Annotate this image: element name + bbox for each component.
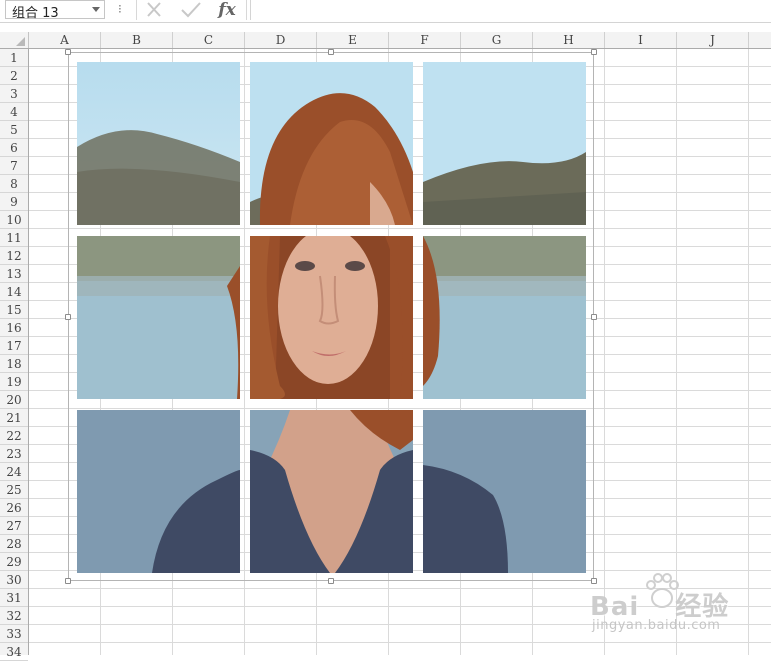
column-header-d[interactable]: D [245, 32, 317, 48]
row-header-26[interactable]: 26 [0, 499, 28, 517]
name-box-dropdown-icon[interactable] [92, 7, 100, 12]
photo-tile-top-center[interactable] [250, 62, 413, 225]
row-header-15[interactable]: 15 [0, 301, 28, 319]
formula-bar: 组合 13 ⁝ fx [0, 0, 771, 23]
confirm-entry-icon[interactable] [178, 0, 204, 20]
column-header-b[interactable]: B [101, 32, 173, 48]
formula-bar-options-icon[interactable]: ⁝ [118, 2, 122, 16]
photo-tile-middle-right[interactable] [423, 236, 586, 399]
row-header-13[interactable]: 13 [0, 265, 28, 283]
row-header-34[interactable]: 34 [0, 643, 28, 661]
resize-handle-top-right[interactable] [591, 49, 597, 55]
row-header-31[interactable]: 31 [0, 589, 28, 607]
row-header-8[interactable]: 8 [0, 175, 28, 193]
column-header-g[interactable]: G [461, 32, 533, 48]
formula-bar-divider-2 [246, 0, 247, 20]
row-header-27[interactable]: 27 [0, 517, 28, 535]
column-header-i[interactable]: I [605, 32, 677, 48]
photo-tile-middle-left[interactable] [77, 236, 240, 399]
row-header-1[interactable]: 1 [0, 49, 28, 67]
row-header-29[interactable]: 29 [0, 553, 28, 571]
baidu-jingyan-watermark: Bai 经验 jingyan.baidu.com [590, 572, 760, 642]
cancel-entry-icon[interactable] [141, 0, 167, 20]
column-header-c[interactable]: C [173, 32, 245, 48]
row-header-2[interactable]: 2 [0, 67, 28, 85]
photo-tile-top-left[interactable] [77, 62, 240, 225]
row-header-5[interactable]: 5 [0, 121, 28, 139]
watermark-url: jingyan.baidu.com [592, 618, 721, 633]
select-all-button[interactable] [0, 32, 29, 48]
photo-tile-bottom-left[interactable] [77, 410, 240, 573]
row-header-19[interactable]: 19 [0, 373, 28, 391]
resize-handle-middle-right[interactable] [591, 314, 597, 320]
row-header-20[interactable]: 20 [0, 391, 28, 409]
row-header-24[interactable]: 24 [0, 463, 28, 481]
row-header-6[interactable]: 6 [0, 139, 28, 157]
resize-handle-top-left[interactable] [65, 49, 71, 55]
row-header-22[interactable]: 22 [0, 427, 28, 445]
photo-tile-bottom-center[interactable] [250, 410, 413, 573]
resize-handle-bottom-center[interactable] [328, 578, 334, 584]
row-header-33[interactable]: 33 [0, 625, 28, 643]
row-header-10[interactable]: 10 [0, 211, 28, 229]
row-header-30[interactable]: 30 [0, 571, 28, 589]
row-header-9[interactable]: 9 [0, 193, 28, 211]
column-header-f[interactable]: F [389, 32, 461, 48]
row-header-4[interactable]: 4 [0, 103, 28, 121]
formula-bar-divider [136, 0, 137, 20]
row-header-25[interactable]: 25 [0, 481, 28, 499]
name-box[interactable]: 组合 13 [5, 0, 105, 21]
resize-handle-top-center[interactable] [328, 49, 334, 55]
row-header-7[interactable]: 7 [0, 157, 28, 175]
insert-function-button[interactable]: fx [214, 0, 240, 20]
formula-input[interactable] [250, 0, 771, 20]
resize-handle-bottom-left[interactable] [65, 578, 71, 584]
photo-tile-bottom-right[interactable] [423, 410, 586, 573]
name-box-value: 组合 13 [12, 6, 59, 21]
row-header-18[interactable]: 18 [0, 355, 28, 373]
photo-tile-middle-center[interactable] [250, 236, 413, 399]
row-header-17[interactable]: 17 [0, 337, 28, 355]
column-header-e[interactable]: E [317, 32, 389, 48]
paw-icon [642, 572, 682, 617]
row-header-12[interactable]: 12 [0, 247, 28, 265]
row-header-21[interactable]: 21 [0, 409, 28, 427]
row-header-14[interactable]: 14 [0, 283, 28, 301]
photo-tile-top-right[interactable] [423, 62, 586, 225]
column-header-h[interactable]: H [533, 32, 605, 48]
resize-handle-middle-left[interactable] [65, 314, 71, 320]
select-all-icon [16, 37, 25, 46]
row-header-32[interactable]: 32 [0, 607, 28, 625]
row-header-11[interactable]: 11 [0, 229, 28, 247]
row-header-3[interactable]: 3 [0, 85, 28, 103]
row-header-28[interactable]: 28 [0, 535, 28, 553]
column-header-j[interactable]: J [677, 32, 749, 48]
row-header-23[interactable]: 23 [0, 445, 28, 463]
column-header-a[interactable]: A [29, 32, 101, 48]
row-header-16[interactable]: 16 [0, 319, 28, 337]
